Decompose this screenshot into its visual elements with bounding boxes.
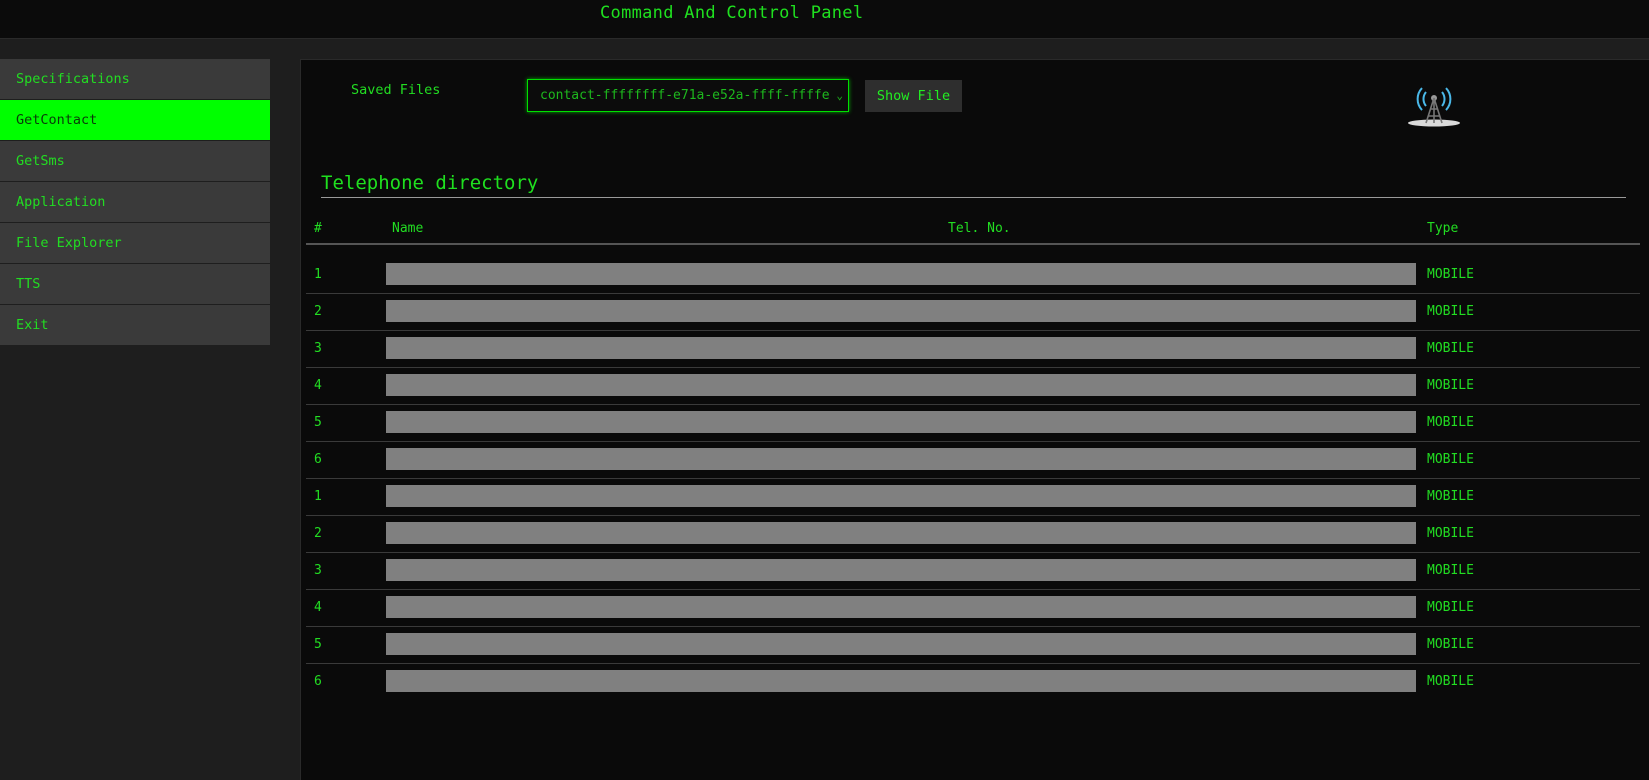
redacted-contact	[386, 596, 1416, 618]
section-divider	[321, 197, 1626, 198]
row-number: 4	[314, 600, 322, 615]
redacted-contact	[386, 633, 1416, 655]
row-type: MOBILE	[1427, 637, 1474, 652]
redacted-contact	[386, 263, 1416, 285]
table-row[interactable]: 1 MOBILE	[306, 479, 1640, 516]
saved-files-select[interactable]: contact-ffffffff-e71a-e52a-ffff-ffffe ⌄	[527, 79, 849, 112]
row-number: 2	[314, 526, 322, 541]
show-file-button[interactable]: Show File	[865, 80, 962, 112]
row-type: MOBILE	[1427, 267, 1474, 282]
table-row[interactable]: 2 MOBILE	[306, 294, 1640, 331]
row-type: MOBILE	[1427, 304, 1474, 319]
radio-tower-icon	[1408, 87, 1460, 127]
redacted-contact	[386, 374, 1416, 396]
section-title: Telephone directory	[321, 172, 539, 194]
table-header: # Name Tel. No. Type	[306, 217, 1640, 245]
sidebar-item-exit[interactable]: Exit	[0, 305, 270, 346]
redacted-contact	[386, 522, 1416, 544]
table-row[interactable]: 5 MOBILE	[306, 405, 1640, 442]
row-number: 2	[314, 304, 322, 319]
contacts-table-body: 1 MOBILE 2 MOBILE 3 MOBILE 4 MOBILE 5 MO…	[306, 257, 1640, 701]
row-type: MOBILE	[1427, 415, 1474, 430]
header-name: Name	[392, 221, 424, 236]
row-number: 5	[314, 415, 322, 430]
redacted-contact	[386, 411, 1416, 433]
sidebar: Specifications GetContact GetSms Applica…	[0, 59, 270, 346]
sidebar-item-tts[interactable]: TTS	[0, 264, 270, 305]
table-row[interactable]: 5 MOBILE	[306, 627, 1640, 664]
table-row[interactable]: 1 MOBILE	[306, 257, 1640, 294]
row-number: 4	[314, 378, 322, 393]
sidebar-item-specifications[interactable]: Specifications	[0, 59, 270, 100]
row-type: MOBILE	[1427, 600, 1474, 615]
table-row[interactable]: 2 MOBILE	[306, 516, 1640, 553]
row-type: MOBILE	[1427, 452, 1474, 467]
chevron-down-icon: ⌄	[836, 89, 843, 102]
header-num: #	[314, 221, 322, 236]
row-type: MOBILE	[1427, 489, 1474, 504]
table-row[interactable]: 3 MOBILE	[306, 331, 1640, 368]
main-panel: Saved Files contact-ffffffff-e71a-e52a-f…	[300, 59, 1649, 780]
saved-files-label: Saved Files	[351, 82, 441, 98]
table-row[interactable]: 4 MOBILE	[306, 590, 1640, 627]
redacted-contact	[386, 670, 1416, 692]
redacted-contact	[386, 559, 1416, 581]
sidebar-item-getsms[interactable]: GetSms	[0, 141, 270, 182]
sidebar-item-getcontact[interactable]: GetContact	[0, 100, 270, 141]
app-title: Command And Control Panel	[600, 3, 864, 23]
row-number: 6	[314, 674, 322, 689]
redacted-contact	[386, 485, 1416, 507]
header-type: Type	[1427, 221, 1459, 236]
table-row[interactable]: 3 MOBILE	[306, 553, 1640, 590]
row-type: MOBILE	[1427, 526, 1474, 541]
sidebar-item-application[interactable]: Application	[0, 182, 270, 223]
row-type: MOBILE	[1427, 563, 1474, 578]
table-row[interactable]: 6 MOBILE	[306, 442, 1640, 479]
row-number: 1	[314, 267, 322, 282]
row-number: 6	[314, 452, 322, 467]
row-type: MOBILE	[1427, 674, 1474, 689]
row-number: 3	[314, 341, 322, 356]
table-row[interactable]: 6 MOBILE	[306, 664, 1640, 701]
row-number: 3	[314, 563, 322, 578]
redacted-contact	[386, 337, 1416, 359]
header-tel: Tel. No.	[948, 221, 1011, 236]
sidebar-item-file-explorer[interactable]: File Explorer	[0, 223, 270, 264]
table-row[interactable]: 4 MOBILE	[306, 368, 1640, 405]
redacted-contact	[386, 448, 1416, 470]
redacted-contact	[386, 300, 1416, 322]
row-type: MOBILE	[1427, 378, 1474, 393]
top-bar: Command And Control Panel	[0, 0, 1649, 39]
row-number: 5	[314, 637, 322, 652]
saved-files-select-value: contact-ffffffff-e71a-e52a-ffff-ffffe	[540, 88, 830, 103]
row-number: 1	[314, 489, 322, 504]
row-type: MOBILE	[1427, 341, 1474, 356]
